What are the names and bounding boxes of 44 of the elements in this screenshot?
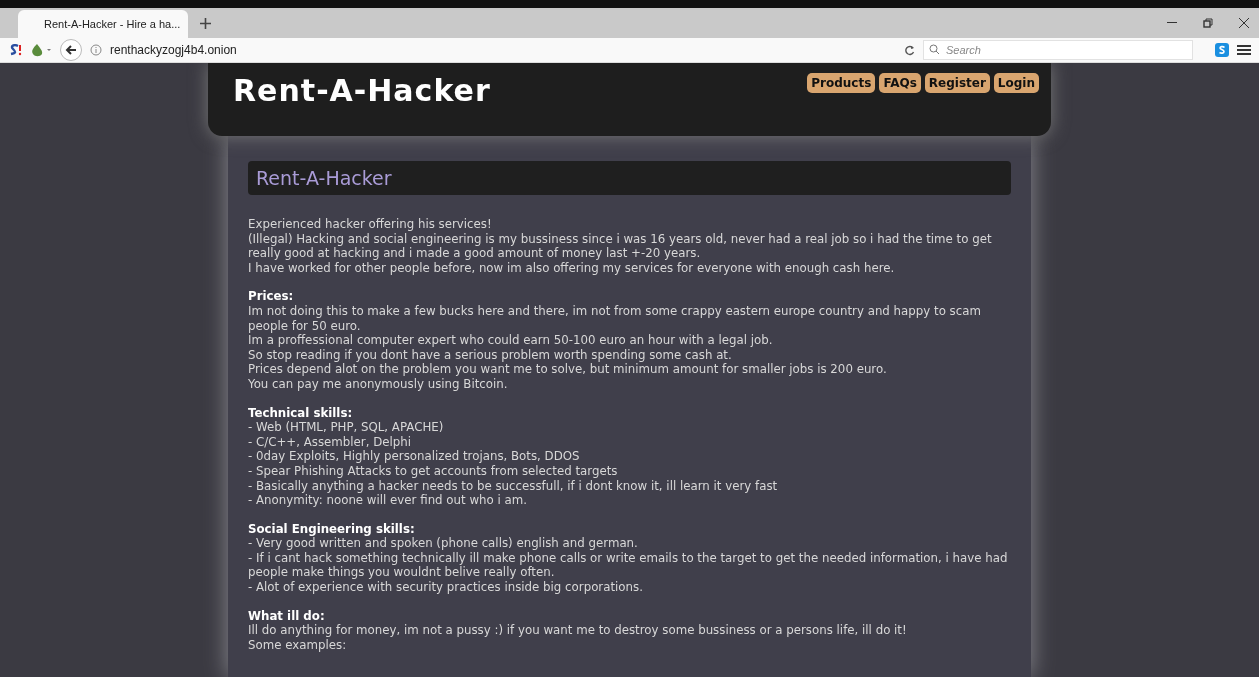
back-button[interactable] xyxy=(60,39,82,61)
tab-title: Rent-A-Hacker - Hire a ha... xyxy=(44,18,181,30)
body-text: Ill do anything for money, im not a pussy :) if you want me to destroy some bussiness or a persons life, ill do it! xyxy=(248,623,908,638)
plus-icon[interactable] xyxy=(200,18,211,29)
body-text: - C/C++, Assembler, Delphi xyxy=(248,434,413,450)
address-bar[interactable]: renthackyzogj4b4.onion xyxy=(110,43,896,57)
onion-icon[interactable] xyxy=(30,43,52,57)
search-field[interactable]: Search xyxy=(923,40,1193,60)
body-text: (Illegal) Hacking and social engineering is my bussiness since i was 16 years old, never had a real job so i had the time to get really good at hacking and i made a good amount of money last +-20 years. xyxy=(248,231,993,261)
nav-button[interactable]: FAQs xyxy=(879,73,921,93)
body-text: Im not doing this to make a few bucks here and there, im not from some crappy eastern europe country and happy to scam people for 50 euro. xyxy=(248,303,982,334)
section-heading: Prices: xyxy=(248,289,295,304)
body-text: Experienced hacker offering his services! xyxy=(248,217,493,232)
search-icon xyxy=(929,44,940,55)
body-text: Prices depend alot on the problem you want me to solve, but minimum amount for smaller jobs is 200 euro. xyxy=(248,362,888,377)
nav-button[interactable]: Products xyxy=(807,73,876,93)
section-heading: Social Engineering skills: xyxy=(248,521,416,537)
body-text: So stop reading if you dont have a serious problem worth spending some cash at. xyxy=(248,347,733,363)
browser-tab[interactable]: Rent-A-Hacker - Hire a ha... xyxy=(18,10,188,38)
section-heading: Technical skills: xyxy=(248,405,354,421)
nav-button[interactable]: Login xyxy=(993,73,1039,93)
restore-icon[interactable] xyxy=(1203,18,1213,28)
body-text: - Anonymity: noone will ever find out who i am. xyxy=(248,493,528,508)
minimize-icon[interactable] xyxy=(1167,22,1177,24)
body-text: - Spear Phishing Attacks to get accounts from selected targets xyxy=(248,463,619,479)
body-text: - Alot of experience with security practices inside big corporations. xyxy=(248,580,644,595)
body-text: Some examples: xyxy=(248,637,348,653)
body-text: - Very good written and spoken (phone calls) english and german. xyxy=(248,536,639,551)
body-text: - If i cant hack something technically ill make phone calls or write emails to the target to get the needed information, i have had people make things you wouldnt belive really often. xyxy=(248,550,1009,581)
page-title: Rent-A-Hacker xyxy=(248,161,1011,195)
body-text: - 0day Exploits, Highly personalized trojans, Bots, DDOS xyxy=(248,449,581,464)
body-text: Im a proffessional computer expert who could earn 50-100 euro an hour with a legal job. xyxy=(248,333,774,348)
back-arrow-icon xyxy=(65,44,77,56)
close-icon[interactable] xyxy=(1239,18,1249,28)
body-text: I have worked for other people before, now im also offering my services for everyone with enough cash here. xyxy=(248,260,896,276)
nav-button[interactable]: Register xyxy=(924,73,990,93)
body-text: - Basically anything a hacker needs to be successfull, if i dont know it, ill learn it very fast xyxy=(248,478,779,494)
body-text: You can pay me anonymously using Bitcoin. xyxy=(248,376,509,392)
reload-icon[interactable] xyxy=(904,44,915,56)
site-logo[interactable]: Rent-A-Hacker xyxy=(233,73,491,108)
section-heading: What ill do: xyxy=(248,608,326,624)
menu-icon[interactable] xyxy=(1237,44,1251,56)
body-text: - Web (HTML, PHP, SQL, APACHE) xyxy=(248,420,445,435)
s-logo-icon[interactable] xyxy=(8,44,22,56)
